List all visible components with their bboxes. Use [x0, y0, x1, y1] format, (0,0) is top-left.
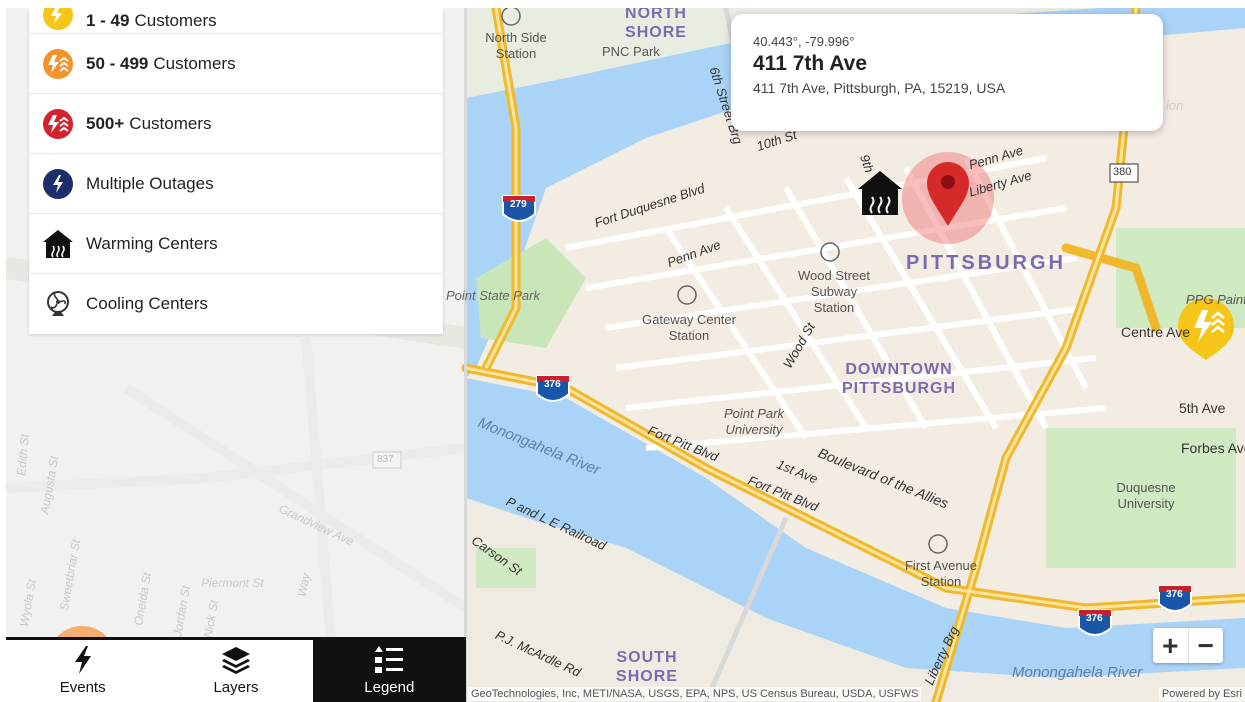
legend-item-outage-orange: 50 - 499 Customers: [29, 34, 443, 94]
zoom-control: + −: [1153, 628, 1223, 663]
map-label-pnc-park: PNC Park: [602, 44, 660, 59]
legend-item-outage-yellow: 1 - 49 Customers: [29, 8, 443, 34]
zoom-out-button[interactable]: −: [1189, 628, 1224, 663]
bottom-tab-bar: Events Layers Legend: [6, 637, 466, 702]
map-label-first-avenue-station: First Avenue Station: [904, 558, 978, 589]
app-frame: 279 376 376 376 380 837 NORTH SHORE PNC …: [6, 8, 1245, 702]
shield-label-837: 837: [377, 454, 394, 465]
map-attribution: GeoTechnologies, Inc, METI/NASA, USGS, E…: [468, 687, 922, 701]
outage-yellow-icon: [42, 8, 74, 31]
legend-item-label: Multiple Outages: [86, 173, 214, 193]
legend-item-range: 50 - 499: [86, 53, 149, 73]
legend-list-icon: [373, 643, 405, 677]
tab-legend[interactable]: Legend: [312, 640, 466, 702]
shield-label-376: 376: [544, 379, 561, 390]
lightning-icon: [71, 643, 95, 677]
map-label-forbes-ave: Forbes Ave: [1181, 440, 1245, 456]
zoom-in-button[interactable]: +: [1153, 628, 1189, 663]
outage-red-icon: [42, 108, 74, 140]
legend-item-multiple-outages: Multiple Outages: [29, 154, 443, 214]
legend-item-label: Customers: [153, 53, 236, 73]
location-popup[interactable]: 40.443°, -79.996° 411 7th Ave 411 7th Av…: [731, 14, 1163, 131]
cooling-center-icon: [42, 288, 74, 320]
tab-label: Legend: [364, 679, 415, 696]
popup-coordinates: 40.443°, -79.996°: [753, 34, 855, 49]
map-label-north-side-station: North Side Station: [485, 30, 547, 61]
map-label-pittsburgh: PITTSBURGH: [906, 252, 1066, 274]
map-label-partial: ion: [1166, 98, 1184, 113]
legend-item-label: Warming Centers: [86, 233, 218, 253]
map-label-point-park-university: Point Park University: [724, 406, 784, 437]
warming-center-icon: [42, 228, 74, 260]
tab-label: Layers: [213, 679, 259, 696]
map-label-duquesne-university: Duquesne University: [1116, 480, 1176, 511]
popup-title: 411 7th Ave: [753, 52, 868, 75]
legend-item-cooling-centers: Cooling Centers: [29, 274, 443, 334]
powered-by-esri[interactable]: Powered by Esri: [1158, 687, 1245, 701]
map-label-5th-ave: 5th Ave: [1179, 400, 1226, 416]
map-label-piermont-st: Piermont St: [201, 576, 264, 590]
map-label-gateway-center-station: Gateway Center Station: [642, 312, 736, 343]
map-label-point-state-park: Point State Park: [446, 288, 540, 303]
map-label-ppg-paints: PPG Paints: [1186, 292, 1245, 307]
map-label-downtown-pittsburgh: DOWNTOWN PITTSBURGH: [842, 361, 956, 397]
legend-item-label: Customers: [134, 11, 217, 30]
map-label-south-shore: SOUTH SHORE: [616, 649, 678, 685]
map-label-north-shore: NORTH SHORE: [625, 8, 687, 41]
tab-layers[interactable]: Layers: [159, 640, 312, 702]
layers-icon: [220, 643, 252, 677]
tab-label: Events: [59, 679, 106, 696]
shield-label-376: 376: [1166, 589, 1183, 600]
shield-label-380: 380: [1113, 166, 1132, 178]
tab-events[interactable]: Events: [6, 640, 159, 702]
legend-item-range: 1 - 49: [86, 11, 130, 30]
legend-item-label: Cooling Centers: [86, 294, 208, 313]
legend-item-warming-centers: Warming Centers: [29, 214, 443, 274]
shield-label-376: 376: [1086, 613, 1103, 624]
legend-item-outage-red: 500+ Customers: [29, 94, 443, 154]
map-label-monongahela-river: Monongahela River: [1012, 664, 1143, 681]
legend-panel: 1 - 49 Customers 50 - 499 Customers 500+…: [29, 8, 443, 334]
legend-item-label: Customers: [129, 113, 212, 133]
multiple-outages-icon: [42, 168, 74, 200]
popup-address: 411 7th Ave, Pittsburgh, PA, 15219, USA: [753, 80, 1006, 96]
legend-item-range: 500+: [86, 113, 125, 133]
outage-orange-icon: [42, 48, 74, 80]
map-label-centre-ave: Centre Ave: [1121, 324, 1191, 340]
map-label-wood-street-station: Wood Street Subway Station: [797, 268, 871, 315]
shield-label-279: 279: [510, 199, 527, 210]
